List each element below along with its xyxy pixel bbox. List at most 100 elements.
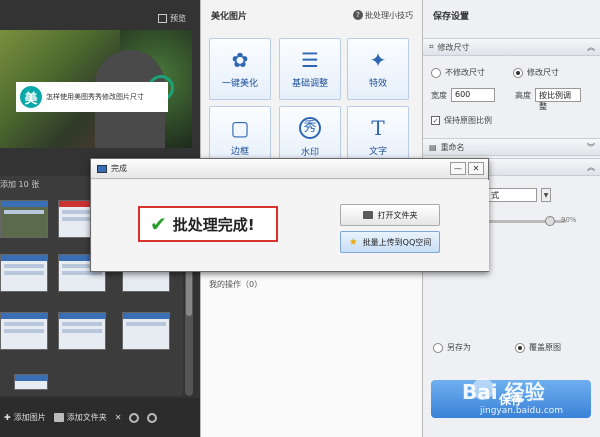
tool-label: 一键美化: [221, 78, 258, 89]
upload-qq-button[interactable]: ★ 批量上传到QQ空间: [340, 231, 440, 253]
dropdown-arrow-icon[interactable]: ▼: [541, 188, 551, 202]
app-icon: [97, 164, 107, 173]
add-folder-button[interactable]: 添加文件夹: [53, 412, 107, 423]
keep-ratio-checkbox[interactable]: ✓: [431, 116, 440, 125]
minimize-button[interactable]: —: [450, 162, 466, 175]
overwrite-label: 覆盖原图: [529, 343, 561, 352]
sliders-icon: ☰: [301, 47, 319, 72]
meitu-logo-icon: 美: [20, 86, 42, 108]
tips-label: 批处理小技巧: [365, 10, 413, 20]
dialog-body: ✔ 批处理完成! 打开文件夹 ★ 批量上传到QQ空间: [92, 180, 489, 271]
tulip-icon: ✿: [231, 47, 249, 72]
width-row: 宽度 600: [431, 88, 495, 102]
width-label: 宽度: [431, 90, 447, 100]
thumbnail[interactable]: [14, 374, 48, 390]
resize-section-header[interactable]: ⌗ 修改尺寸 ︽: [423, 38, 600, 56]
save-button[interactable]: 保存: [431, 380, 591, 418]
quality-slider-knob[interactable]: [545, 216, 555, 226]
window-controls: — ✕: [450, 162, 484, 175]
add-image-button[interactable]: ✚ 添加图片: [4, 412, 46, 423]
tool-one-click-beautify[interactable]: ✿ 一键美化: [209, 38, 271, 100]
resize-option[interactable]: 修改尺寸: [513, 67, 559, 78]
add-image-label: 添加图片: [13, 413, 46, 422]
banner-card: 美 怎样使用美图秀秀修改图片尺寸: [16, 82, 168, 112]
height-input[interactable]: 按比例调整: [535, 88, 581, 111]
close-icon[interactable]: ✕: [115, 413, 122, 422]
preview-image: 美 怎样使用美图秀秀修改图片尺寸: [0, 30, 192, 148]
format-row: 式 ▼: [487, 188, 551, 202]
thumbnail[interactable]: [0, 254, 48, 292]
folder-icon: [53, 413, 64, 422]
resize-section-label: 修改尺寸: [437, 42, 470, 52]
close-button[interactable]: ✕: [468, 162, 484, 175]
checkmark-icon: ✔: [150, 212, 167, 236]
magic-wand-icon: ✦: [369, 47, 387, 72]
open-folder-label: 打开文件夹: [377, 210, 418, 220]
chevron-down-icon: ︾: [587, 142, 595, 152]
beautify-title: 美化图片: [211, 11, 248, 22]
banner-text: 怎样使用美图秀秀修改图片尺寸: [46, 93, 144, 101]
preview-icon: [158, 14, 167, 23]
crop-icon: ⌗: [429, 42, 434, 51]
height-label: 高度: [515, 90, 531, 100]
operations-label: 我的操作（0）: [209, 280, 263, 289]
save-as-label: 另存为: [447, 343, 471, 352]
tips-link[interactable]: ? 批处理小技巧: [353, 10, 413, 21]
height-row: 高度 按比例调整: [515, 88, 581, 111]
quality-value: 90%: [561, 216, 577, 224]
frame-icon: ▢: [230, 115, 250, 140]
dialog-title: 完成: [111, 164, 127, 173]
done-message: 批处理完成!: [172, 215, 255, 234]
rename-icon: ▤: [429, 142, 437, 152]
chevron-up-icon: ︽: [587, 162, 595, 172]
format-select[interactable]: 式: [487, 188, 537, 202]
thumbnail[interactable]: [0, 312, 48, 350]
keep-ratio-label: 保持原图比例: [444, 116, 492, 125]
upload-qq-label: 批量上传到QQ空间: [362, 237, 432, 247]
resize-radio[interactable]: [513, 67, 523, 78]
text-icon: T: [371, 115, 385, 140]
add-folder-label: 添加文件夹: [66, 413, 107, 422]
tool-label: 水印: [300, 147, 319, 158]
rename-section-header[interactable]: ▤ 重命名 ︾: [423, 138, 600, 156]
watermark-icon: 秀: [299, 116, 321, 139]
rotate-left-icon[interactable]: [129, 412, 140, 423]
folder-icon: [362, 211, 373, 219]
rename-section-label: 重命名: [440, 142, 465, 152]
keep-ratio-row[interactable]: ✓ 保持原图比例: [431, 115, 492, 126]
star-icon: ★: [348, 236, 358, 248]
done-dialog: 完成 — ✕ ✔ 批处理完成! 打开文件夹 ★ 批量上传到QQ空间: [90, 158, 489, 272]
beautify-header: 美化图片 ? 批处理小技巧: [201, 0, 423, 30]
open-folder-button[interactable]: 打开文件夹: [340, 204, 440, 226]
overwrite-radio[interactable]: [515, 342, 525, 353]
tool-label: 基础调整: [291, 78, 328, 89]
done-message-box: ✔ 批处理完成!: [138, 206, 278, 242]
operations-list: 我的操作（0）: [201, 270, 423, 437]
tool-basic-adjust[interactable]: ☰ 基础调整: [279, 38, 341, 100]
overwrite-option[interactable]: 覆盖原图: [515, 342, 561, 353]
save-settings-title: 保存设置: [433, 11, 470, 22]
preview-label: 预览: [170, 14, 186, 23]
preview-button[interactable]: 预览: [158, 13, 186, 24]
image-count-label: 添加 10 张: [0, 180, 40, 189]
tool-label: 边框: [230, 146, 249, 157]
resize-label: 修改尺寸: [527, 68, 559, 77]
width-input[interactable]: 600: [451, 88, 495, 102]
thumbnail[interactable]: [0, 200, 48, 238]
tool-label: 文字: [368, 146, 387, 157]
thumbnail[interactable]: [58, 312, 106, 350]
no-resize-option[interactable]: 不修改尺寸: [431, 67, 485, 78]
dialog-title-bar[interactable]: 完成 — ✕: [91, 159, 488, 179]
save-as-option[interactable]: 另存为: [433, 342, 471, 353]
rotate-right-icon[interactable]: [147, 412, 158, 423]
save-as-radio[interactable]: [433, 342, 443, 353]
question-icon: ?: [353, 10, 363, 20]
left-top-bar: 预览: [0, 0, 200, 30]
tool-effects[interactable]: ✦ 特效: [347, 38, 409, 100]
no-resize-radio[interactable]: [431, 67, 441, 78]
tool-label: 特效: [368, 78, 387, 89]
left-bottom-toolbar: ✚ 添加图片 添加文件夹 ✕: [0, 398, 200, 437]
thumbnail[interactable]: [122, 312, 170, 350]
no-resize-label: 不修改尺寸: [445, 68, 485, 77]
chevron-up-icon: ︽: [587, 42, 595, 52]
